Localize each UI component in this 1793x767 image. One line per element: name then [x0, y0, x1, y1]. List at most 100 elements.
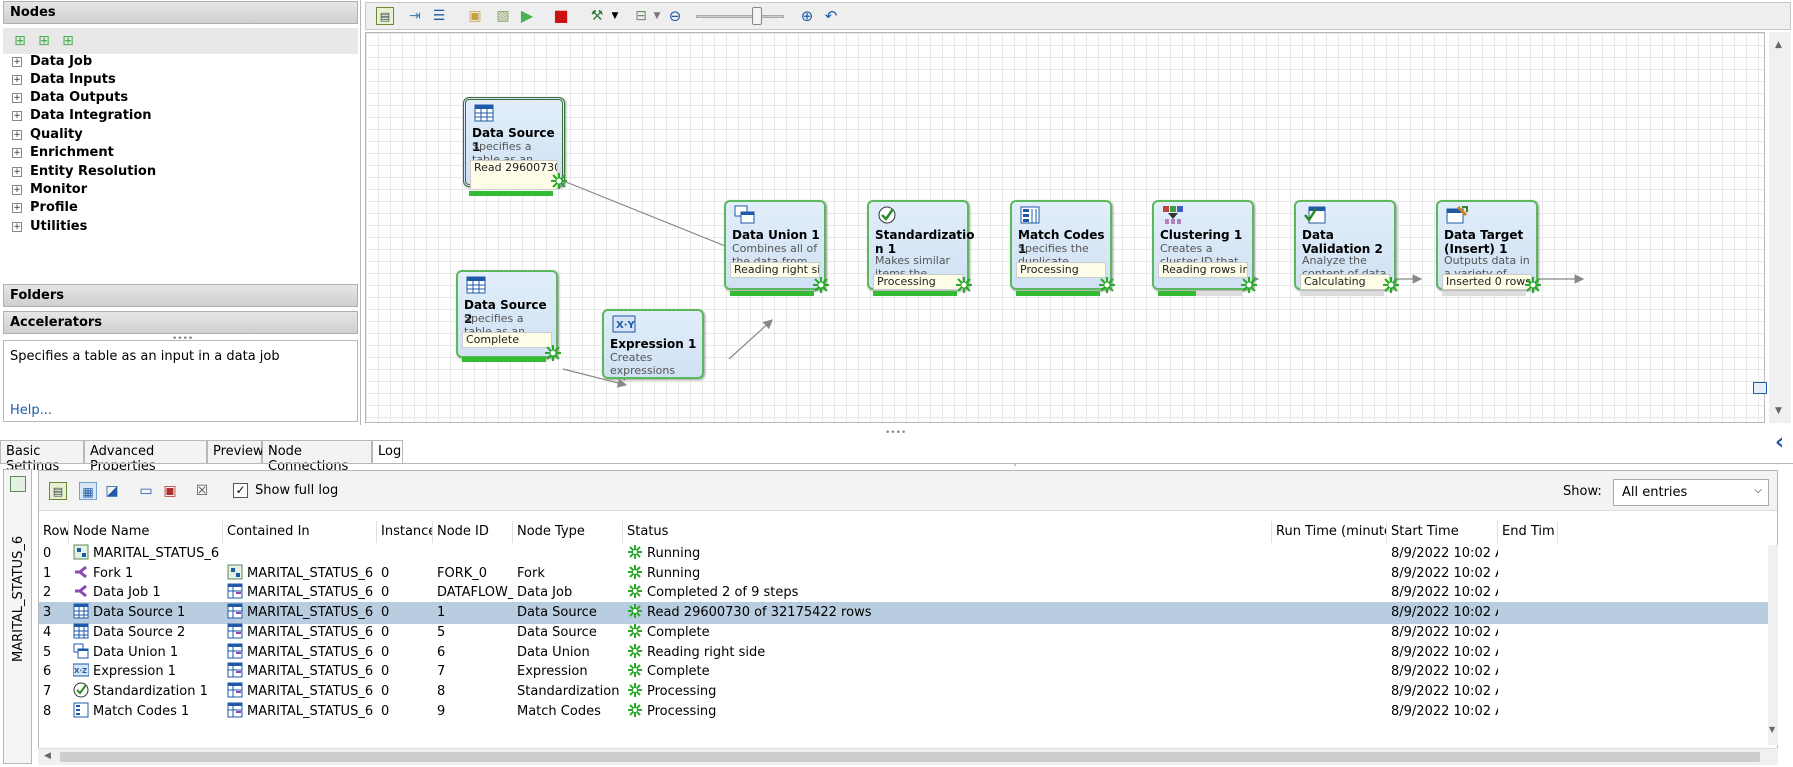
column-header-node-id[interactable]: Node ID — [433, 521, 513, 543]
zoom-in-icon[interactable]: ⊕ — [798, 7, 816, 25]
canvas-node-standardizatio-n-1[interactable]: Standardizatio n 1 Makes similar items th… — [867, 200, 975, 293]
column-header-run-time-minutes[interactable]: Run Time (minutes) — [1272, 521, 1387, 543]
table-row[interactable]: 5 Data Union 1 MARITAL_STATUS_6 > Fo0 6 Data… — [39, 642, 1769, 664]
show-full-log-checkbox[interactable]: ✓ — [233, 483, 248, 498]
save-log-icon[interactable]: ▭ — [137, 482, 155, 500]
zoom-slider[interactable] — [696, 15, 784, 18]
table-row[interactable]: 3 Data Source 1 MARITAL_STATUS_6 > Fo0 1 Dat… — [39, 602, 1769, 625]
reset-zoom-icon[interactable]: ↶ — [822, 7, 840, 25]
column-header-status[interactable]: Status — [623, 521, 1272, 543]
lock-icon[interactable]: ▣ — [161, 482, 179, 500]
tab-log[interactable]: Log — [372, 440, 403, 464]
cell-contained: MARITAL_STATUS_6 — [223, 563, 377, 585]
table-icon — [73, 623, 89, 639]
insert-node-icon[interactable]: ⊞ — [59, 32, 77, 50]
properties-icon[interactable]: ▤ — [49, 482, 67, 500]
column-header-instance[interactable]: Instance — [377, 521, 433, 543]
tree-item-profile[interactable]: + Profile — [12, 198, 78, 218]
tab-advanced-properties[interactable]: Advanced Properties — [84, 440, 207, 474]
folders-header[interactable]: Folders — [3, 284, 358, 307]
tree-item-data-outputs[interactable]: + Data Outputs — [12, 88, 128, 108]
table-row[interactable]: 2 Data Job 1 MARITAL_STATUS_6 > Fo0 DATAFLO… — [39, 582, 1769, 604]
nodes-header[interactable]: Nodes — [3, 1, 358, 24]
show-filter-select[interactable]: All entries ⌵ — [1613, 479, 1769, 506]
canvas-node-data-source-1[interactable]: Data Source 1Specifies a table as an inp… — [463, 97, 567, 192]
log-hscroll[interactable]: ◀ — [38, 748, 1778, 765]
expand-icon[interactable]: + — [12, 147, 22, 158]
expand-icon[interactable]: + — [12, 92, 22, 103]
expand-icon[interactable]: + — [12, 202, 22, 213]
expand-icon[interactable]: + — [12, 110, 22, 121]
tools-icon[interactable]: ⚒ — [588, 7, 606, 25]
canvas-node-clustering-1[interactable]: Clustering 1Creates a cluster ID that is… — [1152, 200, 1257, 293]
canvas-node-data-source-2[interactable]: Data Source 2Specifies a table as an inp… — [456, 270, 561, 361]
canvas-scrollbar[interactable]: ▲ ▼ — [1769, 32, 1791, 423]
table-row[interactable]: 8 Match Codes 1 MARITAL_STATUS_6 > Fo0 9 Mat… — [39, 701, 1769, 723]
stop-icon[interactable]: ■ — [552, 7, 570, 25]
tree-item-enrichment[interactable]: + Enrichment — [12, 143, 114, 163]
job-canvas[interactable]: Data Source 1Specifies a table as an inp… — [365, 32, 1765, 423]
run-step-icon[interactable]: ▧ — [494, 7, 512, 25]
tree-item-monitor[interactable]: + Monitor — [12, 180, 87, 200]
cell-text: Complete — [647, 624, 710, 640]
table-row[interactable]: 1 Fork 1 MARITAL_STATUS_6 0 FORK_0 Fork Runnin… — [39, 563, 1769, 585]
column-header-node-type[interactable]: Node Type — [513, 521, 623, 543]
column-header-start-time[interactable]: Start Time — [1387, 521, 1498, 543]
tree-item-data-inputs[interactable]: + Data Inputs — [12, 70, 116, 90]
side-tab[interactable]: MARITAL_STATUS_6 — [3, 469, 32, 764]
tab-basic-settings[interactable]: Basic Settings — [0, 440, 84, 474]
cell-text: Read 29600730 of 32175422 rows — [647, 605, 872, 621]
connection-expr-union[interactable] — [728, 319, 773, 360]
expand-icon[interactable]: + — [12, 56, 22, 67]
help-link[interactable]: Help... — [10, 403, 52, 418]
tab-node-connections[interactable]: Node Connections — [262, 440, 372, 474]
status-icon — [627, 544, 643, 560]
canvas-node-data-validation-2[interactable]: Data Validation 2 Analyze the content of … — [1294, 200, 1399, 293]
log-vscroll[interactable]: ▼ — [1768, 545, 1778, 745]
chevron-down-icon[interactable]: ▼ — [648, 7, 666, 25]
tree-item-data-job[interactable]: + Data Job — [12, 52, 92, 72]
clear-log-icon[interactable]: ☒ — [193, 482, 211, 500]
column-header-row[interactable]: Row — [39, 521, 69, 543]
canvas-node-expression-1[interactable]: X·Y Expression 1Creates expressions usin.… — [602, 309, 704, 381]
column-header-end-tim[interactable]: End Tim — [1498, 521, 1558, 543]
accelerators-header[interactable]: Accelerators — [3, 311, 358, 334]
clipboard-icon[interactable]: ▣ — [466, 7, 484, 25]
column-header-node-name[interactable]: Node Name — [69, 521, 223, 543]
tree-item-utilities[interactable]: + Utilities — [12, 217, 87, 237]
expand-icon[interactable]: + — [12, 184, 22, 195]
chart-view-icon[interactable]: ◪ — [103, 482, 121, 500]
cell-start: 8/9/2022 10:02 AM — [1387, 681, 1498, 703]
canvas-node-match-codes-1[interactable]: Match Codes 1Specifies the duplicate rec… — [1010, 200, 1115, 293]
tree-item-quality[interactable]: + Quality — [12, 125, 83, 145]
properties-icon[interactable]: ▤ — [376, 7, 394, 25]
expand-icon[interactable]: + — [12, 221, 22, 232]
tree-item-entity-resolution[interactable]: + Entity Resolution — [12, 162, 156, 182]
overview-icon[interactable] — [1753, 382, 1767, 394]
table-row[interactable]: 0 MARITAL_STATUS_6 Running 8/9/2022 10:02 A… — [39, 543, 1769, 565]
export-icon[interactable]: ⇥ — [406, 7, 424, 25]
show-filter-value: All entries — [1622, 485, 1688, 500]
canvas-node-data-union-1[interactable]: Data Union 1 Combines all of the data fro… — [724, 200, 829, 293]
expand-icon[interactable]: + — [12, 74, 22, 85]
canvas-node-data-target-insert-1[interactable]: Data Target (Insert) 1 Outputs data in a … — [1436, 200, 1541, 293]
zoom-slider-thumb[interactable] — [752, 7, 762, 25]
expand-icon[interactable]: + — [12, 166, 22, 177]
splitter-grip[interactable]: •••• — [885, 428, 906, 438]
grid-view-icon[interactable]: ▦ — [79, 482, 97, 500]
new-node-icon[interactable]: ⊞ — [11, 32, 29, 50]
run-icon[interactable]: ▶ — [518, 7, 536, 25]
table-icon — [466, 275, 486, 295]
expand-icon[interactable]: + — [12, 129, 22, 140]
table-row[interactable]: 4 Data Source 2 MARITAL_STATUS_6 > Fo0 5 Dat… — [39, 622, 1769, 644]
chevron-down-icon[interactable]: ▼ — [606, 7, 624, 25]
tree-item-data-integration[interactable]: + Data Integration — [12, 106, 152, 126]
status-icon — [627, 702, 643, 718]
list-icon[interactable]: ☰ — [430, 7, 448, 25]
tab-preview[interactable]: Preview — [207, 440, 264, 464]
table-row[interactable]: 7 Standardization 1 MARITAL_STATUS_6 > Fo0… — [39, 681, 1769, 703]
zoom-out-icon[interactable]: ⊖ — [666, 7, 684, 25]
add-node-icon[interactable]: ⊞ — [35, 32, 53, 50]
table-row[interactable]: 6 X·Z Expression 1 MARITAL_STATUS_6 > Fo0 7 E… — [39, 661, 1769, 683]
column-header-contained-in[interactable]: Contained In — [223, 521, 377, 543]
